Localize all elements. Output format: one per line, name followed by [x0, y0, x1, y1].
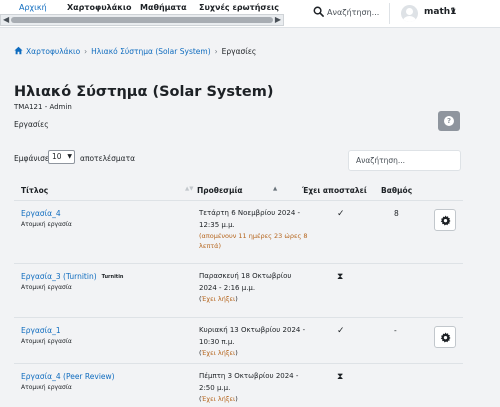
- assignment-link[interactable]: Εργασία_1: [21, 326, 61, 335]
- nav-scrollbar[interactable]: ◀ ▶: [0, 14, 284, 26]
- deadline-line: 2024 - 2:16 μ.μ.: [199, 283, 256, 292]
- deadline-line: 10:30 π.μ.: [199, 337, 235, 346]
- column-header-grade[interactable]: Βαθμός: [381, 186, 412, 195]
- question-icon: ?: [444, 116, 454, 126]
- grade-value: 8: [394, 209, 399, 218]
- submitted-check-icon: ✓: [337, 209, 345, 219]
- avatar[interactable]: [401, 5, 418, 22]
- assignment-type: Ατομική εργασία: [21, 338, 72, 345]
- page-margin: [477, 28, 500, 407]
- nav-tabs: Αρχική Χαρτοφυλάκιο Μαθήματα Συχνές ερωτ…: [0, 0, 284, 28]
- table-row: Εργασία_4 (Peer Review) Ατομική εργασία …: [14, 364, 463, 407]
- settings-button[interactable]: [434, 209, 456, 231]
- table-row: Εργασία_1 Ατομική εργασία Κυριακή 13 Οκτ…: [14, 318, 463, 364]
- grade-value: -: [394, 326, 397, 335]
- top-navbar: Αρχική Χαρτοφυλάκιο Μαθήματα Συχνές ερωτ…: [0, 0, 500, 28]
- show-entries-label: Εμφάνισε: [14, 154, 49, 163]
- scroll-left-icon[interactable]: ◀: [3, 14, 9, 26]
- section-label: Εργασίες: [14, 120, 49, 129]
- home-icon[interactable]: [14, 46, 23, 55]
- nav-tab-portfolio[interactable]: Χαρτοφυλάκιο: [67, 3, 132, 12]
- chevron-down-icon[interactable]: ∨: [450, 7, 457, 17]
- deadline-line: 12:35 μ.μ.: [199, 220, 235, 229]
- status-line: Έχει λήξει: [201, 349, 236, 357]
- deadline-status: (απομένουν 11 ημέρες 23 ώρες 8 λεπτά): [199, 231, 314, 251]
- entries-per-page-select[interactable]: 10 ▼: [48, 150, 75, 164]
- scrollbar-thumb[interactable]: [11, 17, 273, 23]
- deadline-cell: Πέμπτη 3 Οκτωβρίου 2024 - 2:50 μ.μ. (Έχε…: [199, 371, 314, 404]
- column-header-deadline[interactable]: Προθεσμία: [197, 186, 243, 195]
- assignment-type: Ατομική εργασία: [21, 221, 72, 228]
- assignments-table: Τίτλος ▲▼ Προθεσμία ▲ Έχει αποσταλεί Βαθ…: [14, 179, 463, 407]
- gear-icon: [440, 215, 451, 226]
- status-line: Έχει λήξει: [201, 295, 236, 303]
- nav-tab-faq[interactable]: Συχνές ερωτήσεις: [199, 3, 279, 12]
- assignment-name[interactable]: Εργασία_3 (Turnitin): [21, 272, 97, 281]
- deadline-line: Παρασκευή 18 Οκτωβρίου: [199, 272, 292, 280]
- scroll-right-icon[interactable]: ▶: [275, 14, 281, 26]
- chevron-right-icon: ›: [84, 47, 88, 56]
- global-search-link[interactable]: Αναζήτηση...: [327, 8, 379, 17]
- deadline-line: Κυριακή 13 Οκτωβρίου 2024 -: [199, 326, 306, 334]
- deadline-status: (Έχει λήξει): [199, 349, 238, 357]
- deadline-cell: Παρασκευή 18 Οκτωβρίου 2024 - 2:16 μ.μ. …: [199, 271, 314, 304]
- breadcrumb: Χαρτοφυλάκιο › Ηλιακό Σύστημα (Solar Syste…: [14, 46, 256, 58]
- deadline-cell: Τετάρτη 6 Νοεμβρίου 2024 - 12:35 μ.μ. (α…: [199, 208, 314, 251]
- gear-icon: [440, 332, 451, 343]
- breadcrumb-item-current: Εργασίες: [221, 47, 257, 56]
- pending-hourglass-icon: ⧗: [337, 372, 344, 382]
- help-button[interactable]: ?: [438, 111, 460, 131]
- course-meta: TMA121 - Admin: [14, 103, 72, 111]
- table-row: Εργασία_4 Ατομική εργασία Τετάρτη 6 Νοεμ…: [14, 201, 463, 264]
- table-header: Τίτλος ▲▼ Προθεσμία ▲ Έχει αποσταλεί Βαθ…: [14, 179, 463, 201]
- sort-asc-icon[interactable]: ▲: [273, 186, 277, 192]
- assignment-link[interactable]: Εργασία_4 (Peer Review): [21, 372, 115, 381]
- breadcrumb-item-portfolio[interactable]: Χαρτοφυλάκιο: [26, 47, 80, 56]
- sort-icon[interactable]: ▲▼: [185, 186, 193, 192]
- assignment-link[interactable]: Εργασία_4: [21, 209, 61, 218]
- deadline-status: (Έχει λήξει): [199, 295, 238, 303]
- deadline-line: 2:50 μ.μ.: [199, 383, 231, 392]
- chevron-right-icon: ›: [214, 47, 218, 56]
- nav-tab-home[interactable]: Αρχική: [19, 3, 47, 12]
- nav-divider: [389, 3, 390, 24]
- column-header-submitted[interactable]: Έχει αποσταλεί: [302, 186, 367, 195]
- deadline-line: Τετάρτη 6 Νοεμβρίου 2024 -: [199, 209, 301, 217]
- assignment-link[interactable]: Εργασία_3 (Turnitin) Turnitin: [21, 272, 123, 281]
- deadline-cell: Κυριακή 13 Οκτωβρίου 2024 - 10:30 π.μ. (…: [199, 325, 314, 358]
- deadline-line: Πέμπτη 3 Οκτωβρίου 2024 -: [199, 372, 299, 380]
- status-line: Έχει λήξει: [201, 395, 236, 403]
- submitted-check-icon: ✓: [337, 326, 345, 336]
- pending-hourglass-icon: ⧗: [337, 272, 344, 282]
- deadline-status: (Έχει λήξει): [199, 395, 238, 403]
- search-icon[interactable]: [313, 6, 324, 17]
- status-line: λεπτά): [199, 242, 222, 250]
- turnitin-badge: Turnitin: [101, 274, 124, 280]
- table-search-input[interactable]: Αναζήτηση...: [348, 150, 461, 171]
- table-row: Εργασία_3 (Turnitin) Turnitin Ατομική εργ…: [14, 264, 463, 318]
- assignment-type: Ατομική εργασία: [21, 284, 72, 291]
- assignment-type: Ατομική εργασία: [21, 384, 72, 391]
- entries-per-page-value: 10: [52, 152, 62, 161]
- breadcrumb-item-course[interactable]: Ηλιακό Σύστημα (Solar System): [91, 47, 210, 56]
- nav-tab-courses[interactable]: Μαθήματα: [140, 3, 187, 12]
- status-line: (απομένουν 11 ημέρες 23 ώρες 8: [199, 232, 308, 240]
- settings-button[interactable]: [434, 326, 456, 348]
- chevron-down-icon: ▼: [67, 153, 72, 160]
- page-title: Ηλιακό Σύστημα (Solar System): [14, 84, 274, 100]
- show-entries-suffix: αποτελέσματα: [80, 154, 136, 163]
- column-header-title[interactable]: Τίτλος: [21, 186, 48, 195]
